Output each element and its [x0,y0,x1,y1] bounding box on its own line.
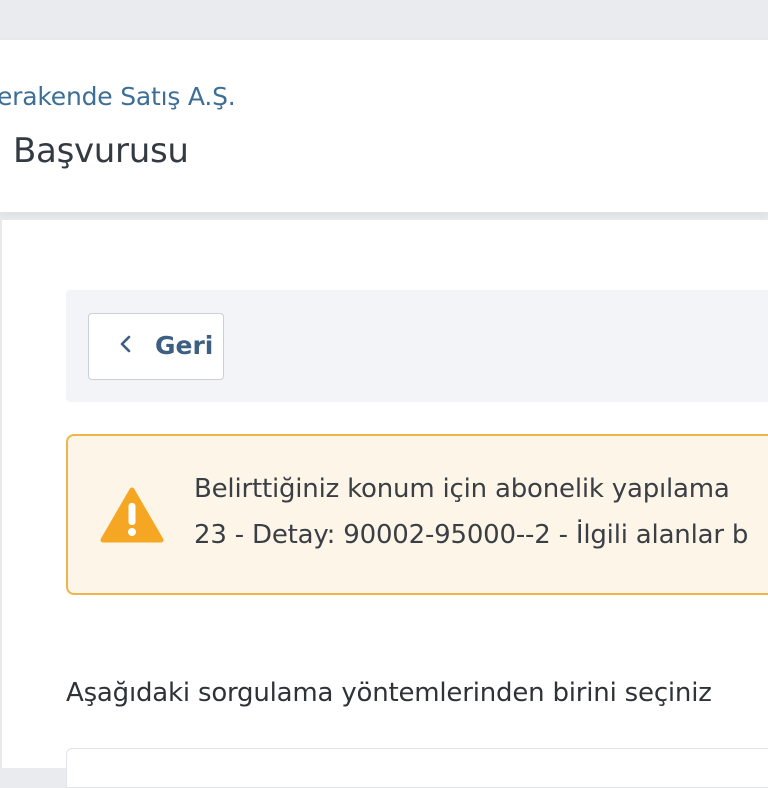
page-header: erakende Satış A.Ş. . Başvurusu [0,40,768,213]
back-button-label: Geri [155,331,214,360]
query-method-instruction: Aşağıdaki sorgulama yöntemlerinden birin… [66,678,712,708]
chevron-left-icon [120,335,131,353]
company-name: erakende Satış A.Ş. [0,82,236,111]
warning-icon [100,487,164,543]
alert-message-line-1: Belirttiğiniz konum için abonelik yapıla… [194,474,730,504]
back-bar: Geri [66,290,768,402]
back-button[interactable]: Geri [88,313,224,380]
page-title: . Başvurusu [0,131,189,171]
query-method-option[interactable] [66,748,768,788]
alert-message-line-2: 23 - Detay: 90002-95000--2 - İlgili alan… [194,520,749,550]
main-content: Geri Belirttiğiniz konum için abonelik y… [0,220,768,788]
browser-top-strip [0,0,768,40]
warning-alert: Belirttiğiniz konum için abonelik yapıla… [66,434,768,595]
